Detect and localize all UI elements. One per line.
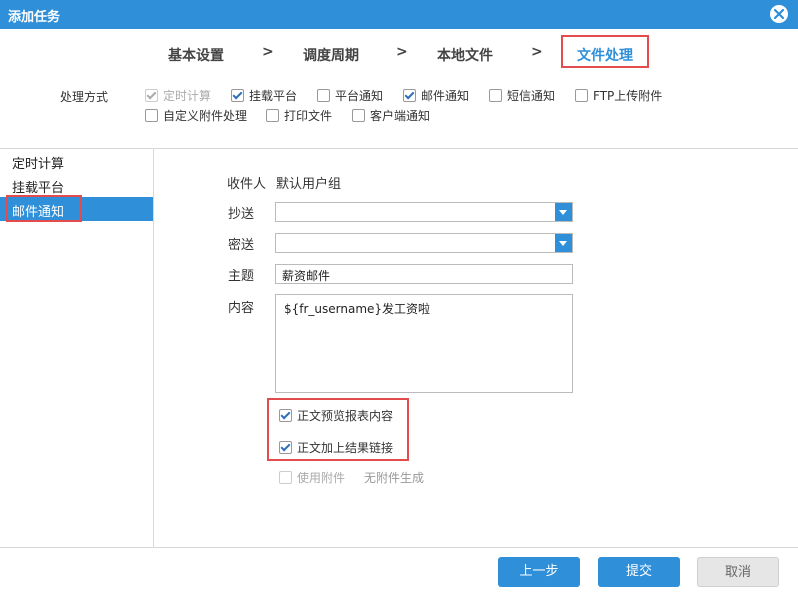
option-client-notify[interactable]: 客户端通知 [352,107,430,123]
bcc-select[interactable] [275,233,573,253]
close-icon[interactable] [770,5,788,23]
checkbox[interactable] [317,89,330,102]
checkbox[interactable] [231,89,244,102]
option-email-notify[interactable]: 邮件通知 [403,87,469,103]
option-label: 平台通知 [335,89,384,103]
checkbox-label: 使用附件 [297,471,346,485]
cc-select[interactable] [275,202,573,222]
checkbox[interactable] [279,409,292,422]
sidebar-item-label: 挂载平台 [12,181,65,196]
footer-divider [0,547,798,548]
sidebar-item-label: 定时计算 [12,157,65,172]
step-separator: > [262,44,274,60]
checkbox-label: 正文加上结果链接 [297,441,394,455]
checkbox[interactable] [266,109,279,122]
subject-label: 主题 [227,269,254,284]
checkbox[interactable] [575,89,588,102]
submit-button[interactable]: 提交 [598,557,680,587]
result-link-checkbox[interactable]: 正文加上结果链接 [279,439,393,455]
option-label: 自定义附件处理 [163,109,248,123]
wizard-steps: 基本设置 > 调度周期 > 本地文件 > 文件处理 [0,35,798,71]
option-label: 短信通知 [507,89,556,103]
step-local-files[interactable]: 本地文件 [437,45,493,65]
recipient-label: 收件人 [226,177,266,192]
option-label: FTP上传附件 [593,89,663,103]
option-mount-platform[interactable]: 挂载平台 [231,87,297,103]
dialog-title: 添加任务 [8,10,61,25]
sidebar-item-timed-calc[interactable]: 定时计算 [0,149,153,173]
option-label: 客户端通知 [370,109,431,123]
chevron-down-icon[interactable] [555,234,572,252]
option-label: 挂载平台 [249,89,298,103]
checkbox [279,471,292,484]
option-label: 邮件通知 [421,89,470,103]
option-custom-attachment[interactable]: 自定义附件处理 [145,107,247,123]
sidebar: 定时计算 挂载平台 邮件通知 [0,149,154,547]
checkbox[interactable] [279,441,292,454]
checkbox[interactable] [352,109,365,122]
preview-report-checkbox[interactable]: 正文预览报表内容 [279,407,393,423]
step-separator: > [531,44,543,60]
recipient-value: 默认用户组 [276,177,342,192]
option-platform-notify[interactable]: 平台通知 [317,87,383,103]
checkbox[interactable] [403,89,416,102]
step-separator: > [396,44,408,60]
dialog-titlebar: 添加任务 [0,0,798,29]
option-print-file[interactable]: 打印文件 [266,107,332,123]
checkbox-label: 正文预览报表内容 [297,409,394,423]
no-attachment-text: 无附件生成 [364,471,425,485]
option-sms-notify[interactable]: 短信通知 [489,87,555,103]
highlight-box [6,195,82,222]
cc-label: 抄送 [227,207,254,222]
content-label: 内容 [227,301,254,316]
option-label: 打印文件 [284,109,333,123]
option-ftp-upload[interactable]: FTP上传附件 [575,87,662,103]
prev-step-button[interactable]: 上一步 [498,557,580,587]
sidebar-item-mount-platform[interactable]: 挂载平台 [0,173,153,197]
checkbox[interactable] [145,109,158,122]
chevron-down-icon[interactable] [555,203,572,221]
step-file-processing[interactable]: 文件处理 [561,35,649,68]
checkbox [145,89,158,102]
cancel-button[interactable]: 取消 [697,557,779,587]
subject-input[interactable]: 薪资邮件 [275,264,573,284]
use-attachment-checkbox: 使用附件 [279,469,345,485]
bcc-label: 密送 [227,238,254,253]
step-basic-settings[interactable]: 基本设置 [168,45,224,65]
option-label: 定时计算 [163,89,212,103]
step-file-processing-label: 文件处理 [577,48,633,64]
processing-label: 处理方式 [60,90,109,104]
step-schedule[interactable]: 调度周期 [303,45,359,65]
checkbox[interactable] [489,89,502,102]
content-textarea[interactable]: ${fr_username}发工资啦 [275,294,573,393]
option-timed-calc: 定时计算 [145,87,211,103]
